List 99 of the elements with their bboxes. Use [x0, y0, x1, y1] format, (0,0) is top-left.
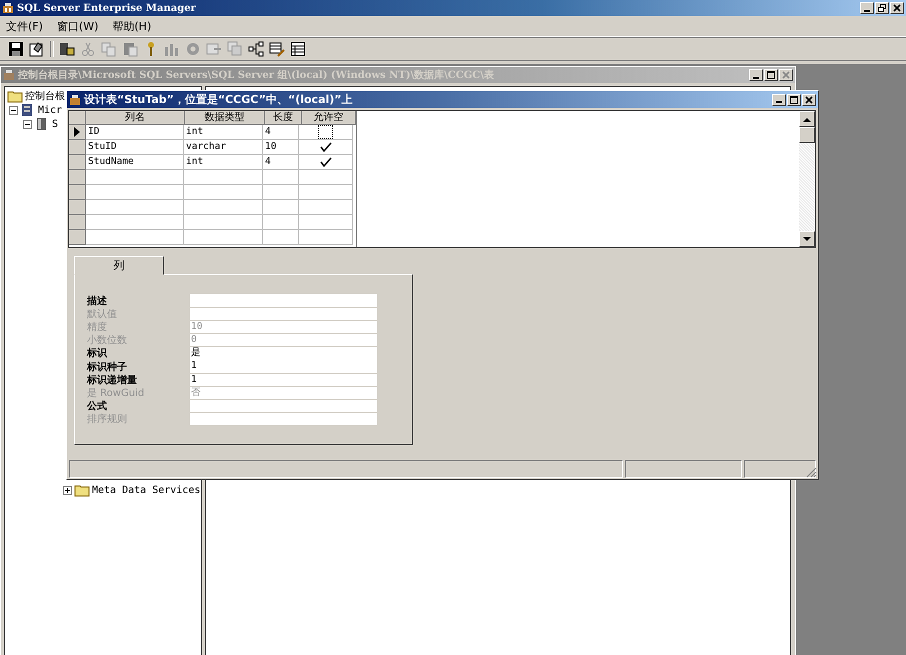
- row-header[interactable]: [69, 185, 86, 200]
- property-field[interactable]: 1: [190, 374, 377, 386]
- row-pointer-icon[interactable]: [69, 125, 86, 140]
- minimize-button[interactable]: [772, 94, 786, 106]
- table-cell: [263, 215, 299, 230]
- scrollbar[interactable]: [799, 111, 815, 247]
- minimize-button[interactable]: [860, 2, 874, 14]
- property-label: 精度: [87, 320, 108, 334]
- property-field[interactable]: [190, 308, 377, 320]
- header-corner: [69, 111, 86, 125]
- menu-item[interactable]: 窗口(W): [56, 18, 98, 34]
- expander-icon[interactable]: [63, 486, 72, 494]
- save-icon[interactable]: [8, 41, 24, 57]
- table-cell: 4: [263, 155, 299, 170]
- property-label: 默认值: [87, 308, 118, 321]
- tab[interactable]: 列: [74, 256, 164, 275]
- property-field[interactable]: [190, 400, 377, 412]
- expander-icon[interactable]: [23, 120, 32, 128]
- row-header[interactable]: [69, 230, 86, 245]
- property-label: 小数位数: [87, 334, 128, 348]
- property-label: 标识递增量: [87, 373, 138, 387]
- property-label: 标识种子: [87, 360, 128, 374]
- checkbox[interactable]: [318, 125, 333, 139]
- table-cell: [263, 170, 299, 185]
- properties-icon[interactable]: [29, 41, 45, 57]
- minimize-button[interactable]: [749, 69, 763, 81]
- column-header[interactable]: 数据类型: [185, 111, 265, 125]
- maximize-button[interactable]: [787, 94, 801, 106]
- table-cell: int: [184, 125, 263, 140]
- table-cell: [299, 215, 353, 230]
- close-icon: [804, 94, 814, 104]
- table-cell: StuID: [86, 140, 184, 155]
- column-header[interactable]: 允许空: [302, 111, 356, 125]
- minimize-icon: [753, 76, 759, 78]
- expander-icon[interactable]: [9, 106, 18, 114]
- close-icon: [781, 70, 791, 80]
- tree-item[interactable]: Micr: [38, 104, 62, 116]
- close-button[interactable]: [802, 94, 816, 106]
- window-icon: [69, 94, 81, 106]
- close-icon: [892, 3, 902, 13]
- menu-item[interactable]: 文件(F): [6, 18, 43, 34]
- tree-item[interactable]: Meta Data Services: [92, 484, 200, 496]
- table-cell: 4: [263, 125, 299, 140]
- table-icon[interactable]: [290, 41, 306, 57]
- table-cell: 10: [263, 140, 299, 155]
- table-pencil-icon[interactable]: [269, 41, 285, 57]
- folder-icon: [74, 483, 90, 497]
- close-button[interactable]: [779, 69, 793, 81]
- table-cell: [263, 200, 299, 215]
- row-header[interactable]: [69, 215, 86, 230]
- property-label: 公式: [87, 400, 108, 414]
- checkbox[interactable]: [318, 155, 333, 169]
- tree-item[interactable]: 控制台根: [25, 89, 65, 103]
- folder-icon: [7, 89, 23, 103]
- down-arrow-icon: [803, 236, 811, 242]
- table-cell: ID: [86, 125, 184, 140]
- restore-icon: [877, 3, 887, 13]
- app-icon: [2, 2, 14, 14]
- menu-item[interactable]: 帮助(H): [112, 18, 152, 34]
- maximize-icon: [789, 94, 799, 104]
- window-title: 设计表“StuTab”，位置是“CCGC”中、“(local)”上: [84, 92, 354, 107]
- app-title: SQL Server Enterprise Manager: [17, 2, 197, 14]
- property-field[interactable]: [190, 294, 377, 307]
- row-header[interactable]: [69, 155, 86, 170]
- scroll-thumb[interactable]: [799, 127, 815, 143]
- minimize-icon: [864, 10, 870, 12]
- table-cell: varchar: [184, 140, 263, 155]
- resize-grip-icon[interactable]: [805, 466, 817, 478]
- table-cell: int: [184, 155, 263, 170]
- up-arrow-icon: [803, 116, 811, 122]
- server-icon[interactable]: [59, 41, 75, 57]
- table-cell: [299, 230, 353, 245]
- property-label: 是 RowGuid: [87, 386, 146, 400]
- row-header[interactable]: [69, 200, 86, 215]
- minimize-icon: [776, 101, 782, 103]
- property-label: 描述: [87, 294, 108, 308]
- close-button[interactable]: [890, 2, 904, 14]
- checkbox[interactable]: [318, 140, 333, 154]
- property-field[interactable]: [190, 413, 377, 426]
- restore-button[interactable]: [875, 2, 889, 14]
- table-cell: StudName: [86, 155, 184, 170]
- status-pane: [744, 460, 816, 478]
- table-cell: [263, 230, 299, 245]
- table-cell: [263, 185, 299, 200]
- property-field[interactable]: 1: [190, 360, 377, 373]
- property-field[interactable]: 是: [190, 347, 377, 360]
- row-header[interactable]: [69, 170, 86, 185]
- maximize-button[interactable]: [764, 69, 778, 81]
- tree-item[interactable]: S: [52, 118, 58, 130]
- column-header[interactable]: 列名: [86, 111, 185, 125]
- column-header[interactable]: 长度: [265, 111, 302, 125]
- property-label: 标识: [87, 346, 108, 360]
- property-label: 排序规则: [87, 412, 128, 426]
- maximize-icon: [766, 70, 776, 80]
- table-cell: [299, 185, 353, 200]
- table-cell: [299, 200, 353, 215]
- tree-icon[interactable]: [248, 41, 264, 57]
- window-icon: [3, 69, 15, 81]
- paste-icon[interactable]: [122, 41, 138, 57]
